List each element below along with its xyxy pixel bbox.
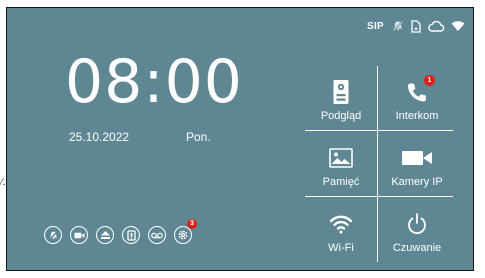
tile-interkom[interactable]: 1 Interkom xyxy=(381,66,453,128)
settings-notification-badge: 3 xyxy=(187,219,197,229)
tile-label: Kamery IP xyxy=(391,176,443,188)
tile-pamiec[interactable]: Pamięć xyxy=(305,132,377,194)
clock-date: 25.10.2022 xyxy=(69,130,130,144)
tile-podglad[interactable]: Podgląd xyxy=(305,66,377,128)
clock-time: 08:00 xyxy=(65,47,243,117)
tile-label: Czuwanie xyxy=(392,242,442,254)
do-not-disturb-button[interactable] xyxy=(44,226,62,244)
tile-label: Wi-Fi xyxy=(328,242,354,254)
tile-czuwanie[interactable]: Czuwanie xyxy=(381,198,453,260)
sip-status-label: SIP xyxy=(366,20,384,32)
mute-bell-icon xyxy=(392,20,404,32)
door-lock-icon xyxy=(126,229,137,241)
clock-weekday: Pon. xyxy=(186,130,211,144)
wifi-icon xyxy=(451,20,465,32)
cloud-icon xyxy=(427,20,445,32)
grid-divider-horizontal xyxy=(305,196,453,197)
grid-divider-vertical xyxy=(377,66,378,262)
eject-icon xyxy=(100,230,111,240)
camera-icon xyxy=(73,231,85,240)
settings-button[interactable]: 3 xyxy=(174,219,197,244)
door-lock-button[interactable] xyxy=(122,226,140,244)
grid-divider-horizontal xyxy=(305,130,453,131)
status-bar: SIP xyxy=(367,18,465,34)
eject-button[interactable] xyxy=(96,226,114,244)
tile-wifi[interactable]: Wi-Fi xyxy=(305,198,377,260)
sd-card-icon xyxy=(410,19,421,33)
tile-label: Podgląd xyxy=(320,110,362,122)
screen: SIP 08:00 25.10.2022 Pon. 3 Podgląd 1 In… xyxy=(6,7,474,271)
do-not-disturb-icon xyxy=(48,230,59,241)
tile-kamery-ip[interactable]: Kamery IP xyxy=(381,132,453,194)
power-icon xyxy=(406,211,428,237)
intercom-panel-icon xyxy=(332,79,350,105)
phone-icon: 1 xyxy=(406,75,435,105)
quick-action-bar: 3 xyxy=(44,219,197,244)
main-menu-grid: Podgląd 1 Interkom Pamięć Kamery IP Wi-F… xyxy=(305,66,453,262)
voicemail-button[interactable] xyxy=(148,226,166,244)
settings-icon xyxy=(177,229,189,241)
tile-label: Interkom xyxy=(395,110,439,122)
interkom-notification-badge: 1 xyxy=(424,75,435,86)
tile-label: Pamięć xyxy=(322,176,360,188)
gallery-icon xyxy=(329,145,353,171)
camera-button[interactable] xyxy=(70,226,88,244)
wifi-icon xyxy=(329,211,353,237)
video-camera-icon xyxy=(401,145,433,171)
voicemail-icon xyxy=(151,232,163,239)
